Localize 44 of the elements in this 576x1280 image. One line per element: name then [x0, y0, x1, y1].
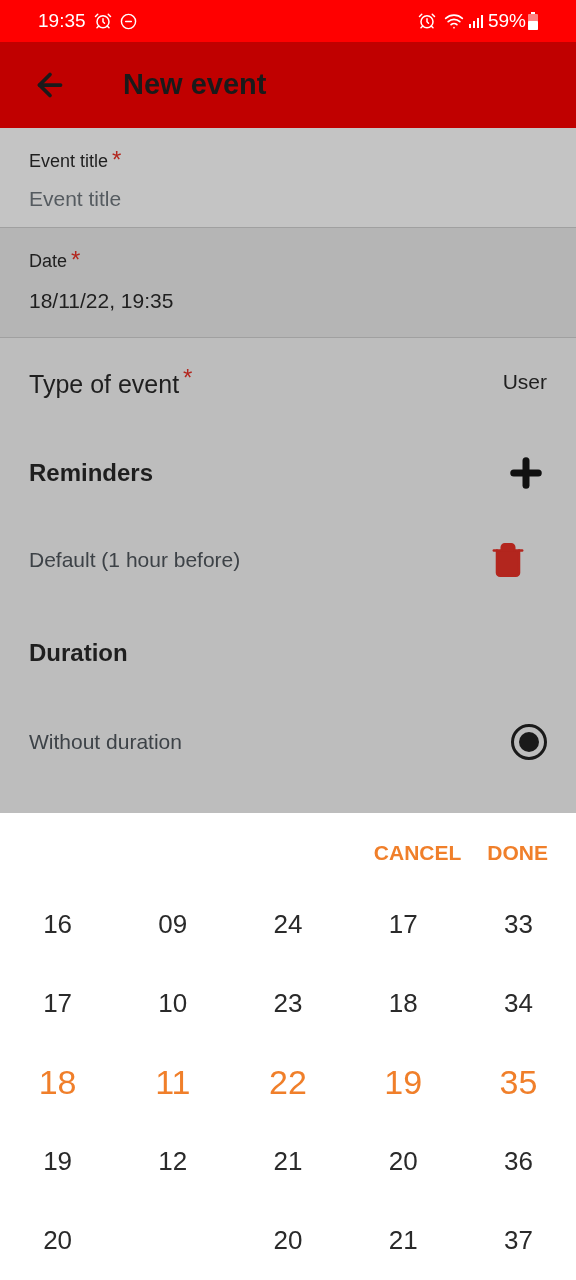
- picker-value[interactable]: 21: [388, 1221, 418, 1260]
- picker-value[interactable]: 19: [43, 1142, 73, 1181]
- alarm-icon: [417, 12, 436, 30]
- option-label: Without duration: [29, 729, 182, 756]
- field-label: Date: [29, 250, 68, 273]
- picker-value[interactable]: 20: [43, 1221, 73, 1260]
- picker-value[interactable]: 18: [388, 984, 418, 1023]
- reminder-text: Default (1 hour before): [29, 547, 241, 574]
- form-field[interactable]: Date * 18/11/22, 19:35: [0, 228, 576, 338]
- type-label: Type of event: [29, 369, 180, 400]
- section-title: Reminders: [29, 458, 154, 488]
- field-label: Event title: [29, 150, 109, 173]
- picker-value[interactable]: 23: [273, 984, 303, 1023]
- picker-value[interactable]: 34: [503, 984, 533, 1023]
- picker-value[interactable]: 24: [273, 905, 303, 944]
- form-field[interactable]: Event title * Event title: [0, 128, 576, 228]
- picker-value[interactable]: 33: [503, 905, 533, 944]
- screen-title: New event: [123, 67, 267, 103]
- type-value[interactable]: User: [502, 366, 547, 398]
- picker-value[interactable]: 16: [43, 905, 73, 944]
- wifi-icon: [443, 11, 464, 31]
- picker-value[interactable]: 17: [388, 905, 418, 944]
- field-value: 18/11/22, 19:35: [29, 288, 175, 314]
- battery-icon: [528, 12, 538, 30]
- picker-value[interactable]: 12: [158, 1142, 188, 1181]
- required-mark: *: [183, 366, 193, 390]
- input-field[interactable]: Event title: [29, 183, 547, 215]
- picker-value[interactable]: 21: [273, 1142, 303, 1181]
- picker-value[interactable]: 20: [388, 1142, 418, 1181]
- signal-icon: [467, 13, 484, 29]
- required-mark: *: [71, 248, 81, 272]
- picker-value[interactable]: 20: [273, 1221, 303, 1260]
- radio-button[interactable]: [511, 724, 547, 760]
- battery-percent: 59%: [487, 8, 526, 33]
- required-mark: *: [112, 148, 122, 172]
- status-time: 19:35: [38, 8, 86, 33]
- section-title: Duration: [29, 638, 128, 668]
- do-not-disturb-icon: [119, 12, 137, 30]
- picker-value[interactable]: 37: [503, 1221, 533, 1260]
- picker-value[interactable]: 09: [158, 905, 188, 944]
- alarm-icon: [93, 12, 112, 30]
- picker-value[interactable]: 36: [503, 1142, 533, 1181]
- picker-value[interactable]: 10: [158, 984, 188, 1023]
- picker-value[interactable]: 17: [43, 984, 73, 1023]
